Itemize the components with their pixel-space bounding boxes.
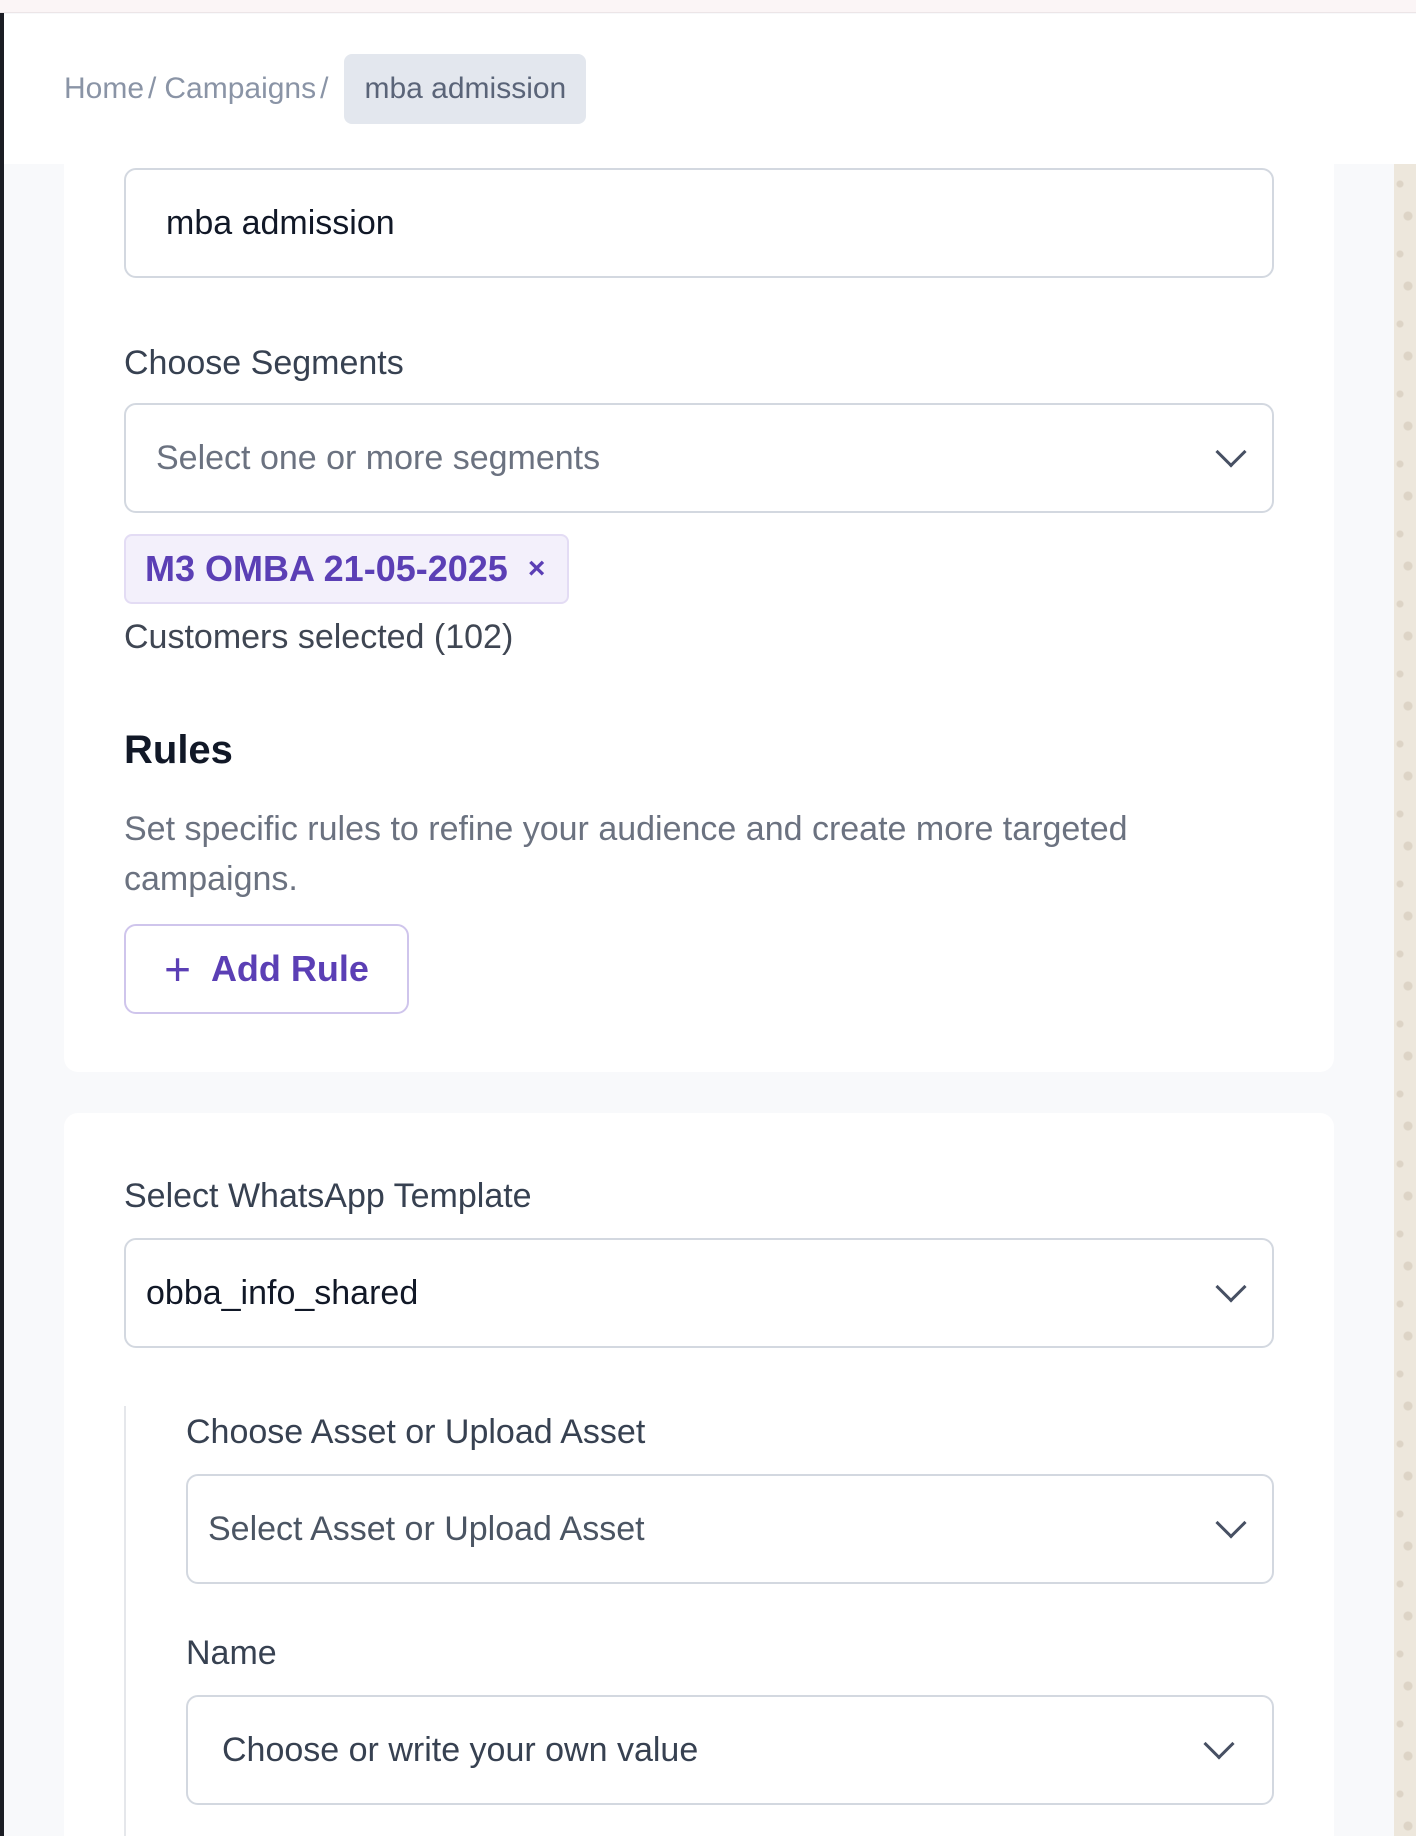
chevron-down-icon <box>1215 1271 1247 1303</box>
page: Home / Campaigns / mba admission mba adm… <box>0 0 1416 1836</box>
breadcrumb-home[interactable]: Home <box>64 72 144 106</box>
breadcrumb-separator: / <box>320 72 329 105</box>
rules-description: Set specific rules to refine your audien… <box>124 810 1128 898</box>
breadcrumb: Home / Campaigns / mba admission <box>64 54 587 124</box>
plus-icon: + <box>164 943 191 995</box>
name-label: Name <box>186 1634 277 1672</box>
segment-chip: M3 OMBA 21-05-2025 × <box>124 534 570 604</box>
template-value: obba_info_shared <box>146 1273 419 1312</box>
asset-placeholder: Select Asset or Upload Asset <box>208 1509 645 1548</box>
add-rule-button[interactable]: + Add Rule <box>124 924 409 1014</box>
template-select[interactable]: obba_info_shared <box>124 1238 1274 1348</box>
left-rail <box>0 13 4 1836</box>
customers-selected-count: Customers selected (102) <box>124 618 514 656</box>
chevron-down-icon <box>1203 1728 1235 1760</box>
page-header: Home / Campaigns / mba admission <box>4 14 1416 164</box>
segments-label: Choose Segments <box>124 344 404 382</box>
top-strip <box>0 0 1416 13</box>
chevron-down-icon <box>1215 1507 1247 1539</box>
name-combobox[interactable]: Choose or write your own value <box>186 1695 1274 1805</box>
chevron-down-icon <box>1215 436 1247 468</box>
segments-select[interactable]: Select one or more segments <box>124 403 1274 513</box>
segments-placeholder: Select one or more segments <box>156 438 601 477</box>
audience-card: mba admission Choose Segments Select one… <box>64 120 1334 1072</box>
nested-divider <box>124 1406 126 1836</box>
campaign-name-value: mba admission <box>166 203 395 242</box>
breadcrumb-campaigns[interactable]: Campaigns <box>164 72 316 106</box>
breadcrumb-current: mba admission <box>344 54 587 124</box>
template-label: Select WhatsApp Template <box>124 1177 532 1215</box>
add-rule-label: Add Rule <box>210 948 369 989</box>
campaign-name-input[interactable]: mba admission <box>124 168 1274 278</box>
close-icon[interactable]: × <box>528 552 546 586</box>
asset-label: Choose Asset or Upload Asset <box>186 1413 646 1451</box>
template-card: Select WhatsApp Template obba_info_share… <box>64 1113 1334 1836</box>
breadcrumb-separator: / <box>148 72 157 105</box>
segment-chip-label: M3 OMBA 21-05-2025 <box>145 548 508 589</box>
background-pattern <box>1394 164 1416 1836</box>
rules-heading: Rules <box>124 728 233 772</box>
name-placeholder: Choose or write your own value <box>222 1730 699 1769</box>
asset-select[interactable]: Select Asset or Upload Asset <box>186 1474 1274 1584</box>
